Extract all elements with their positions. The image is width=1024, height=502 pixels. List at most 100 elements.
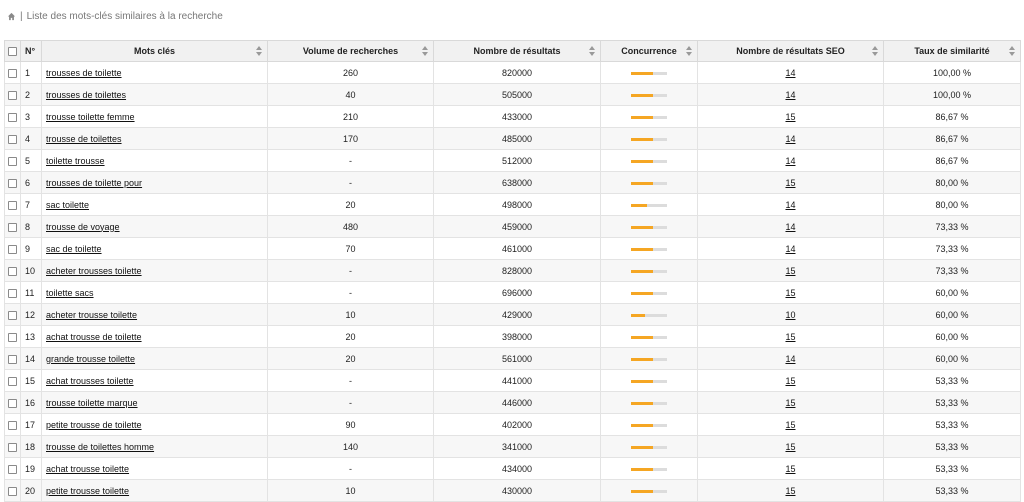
- seo-results-link[interactable]: 15: [785, 112, 795, 122]
- keyword-link[interactable]: petite trousse de toilette: [46, 420, 142, 430]
- row-checkbox[interactable]: [8, 332, 17, 342]
- table-row: 3 trousse toilette femme 210 433000 15 86,67 …: [4, 105, 1021, 128]
- keyword-cell: acheter trousse toilette: [41, 303, 268, 326]
- col-header-seo-results[interactable]: Nombre de résultats SEO: [697, 40, 884, 62]
- keyword-cell: toilette trousse: [41, 149, 268, 172]
- table-row: 6 trousses de toilette pour -638000 15 80,00…: [4, 171, 1021, 194]
- volume-cell: 20: [267, 193, 434, 216]
- col-header-competition-label: Concurrence: [621, 46, 677, 56]
- seo-results-link[interactable]: 14: [785, 68, 795, 78]
- keyword-link[interactable]: achat trousse toilette: [46, 464, 129, 474]
- row-checkbox[interactable]: [8, 486, 17, 496]
- row-checkbox[interactable]: [8, 464, 17, 474]
- keyword-link[interactable]: acheter trousses toilette: [46, 266, 142, 276]
- similarity-cell: 73,33 %: [883, 259, 1021, 282]
- seo-results-link[interactable]: 15: [785, 442, 795, 452]
- seo-results-link[interactable]: 15: [785, 464, 795, 474]
- row-checkbox[interactable]: [8, 398, 17, 408]
- row-checkbox[interactable]: [8, 288, 17, 298]
- row-checkbox[interactable]: [8, 354, 17, 364]
- keyword-link[interactable]: achat trousses toilette: [46, 376, 134, 386]
- row-number: 3: [20, 105, 42, 128]
- seo-results-cell: 14: [697, 83, 884, 106]
- sort-icon[interactable]: [256, 46, 262, 56]
- competition-bar: [631, 159, 667, 163]
- seo-results-link[interactable]: 14: [785, 134, 795, 144]
- row-number: 5: [20, 149, 42, 172]
- seo-results-link[interactable]: 14: [785, 354, 795, 364]
- results-cell: 512000: [433, 149, 601, 172]
- keyword-link[interactable]: trousses de toilette: [46, 68, 122, 78]
- seo-results-link[interactable]: 14: [785, 222, 795, 232]
- results-cell: 430000: [433, 479, 601, 502]
- results-cell: 561000: [433, 347, 601, 370]
- row-checkbox-cell: [4, 149, 21, 172]
- row-checkbox[interactable]: [8, 442, 17, 452]
- seo-results-link[interactable]: 14: [785, 156, 795, 166]
- row-number: 2: [20, 83, 42, 106]
- row-checkbox[interactable]: [8, 420, 17, 430]
- table-row: 17 petite trousse de toilette 90 402000 15 53…: [4, 413, 1021, 436]
- seo-results-link[interactable]: 15: [785, 178, 795, 188]
- seo-results-link[interactable]: 14: [785, 200, 795, 210]
- keyword-link[interactable]: achat trousse de toilette: [46, 332, 142, 342]
- seo-results-link[interactable]: 15: [785, 376, 795, 386]
- home-icon[interactable]: [7, 12, 16, 21]
- keyword-cell: trousse toilette marque: [41, 391, 268, 414]
- keyword-link[interactable]: trousse de toilettes: [46, 134, 122, 144]
- table-row: 2 trousses de toilettes 40 505000 14 100,00 %: [4, 83, 1021, 106]
- keyword-link[interactable]: acheter trousse toilette: [46, 310, 137, 320]
- row-checkbox[interactable]: [8, 178, 17, 188]
- seo-results-link[interactable]: 14: [785, 244, 795, 254]
- competition-cell: [600, 237, 698, 260]
- sort-icon[interactable]: [589, 46, 595, 56]
- sort-icon[interactable]: [872, 46, 878, 56]
- row-checkbox-cell: [4, 413, 21, 436]
- row-checkbox[interactable]: [8, 266, 17, 276]
- seo-results-link[interactable]: 15: [785, 420, 795, 430]
- row-checkbox[interactable]: [8, 68, 17, 78]
- keyword-link[interactable]: trousse toilette femme: [46, 112, 135, 122]
- row-checkbox[interactable]: [8, 156, 17, 166]
- row-checkbox[interactable]: [8, 134, 17, 144]
- competition-cell: [600, 149, 698, 172]
- col-header-keyword[interactable]: Mots clés: [41, 40, 268, 62]
- row-checkbox[interactable]: [8, 310, 17, 320]
- sort-icon[interactable]: [422, 46, 428, 56]
- sort-icon[interactable]: [1009, 46, 1015, 56]
- competition-cell: [600, 281, 698, 304]
- competition-cell: [600, 325, 698, 348]
- keyword-link[interactable]: toilette trousse: [46, 156, 105, 166]
- seo-results-link[interactable]: 15: [785, 266, 795, 276]
- row-checkbox[interactable]: [8, 376, 17, 386]
- col-header-results[interactable]: Nombre de résultats: [433, 40, 601, 62]
- row-checkbox[interactable]: [8, 200, 17, 210]
- select-all-checkbox[interactable]: [8, 47, 17, 57]
- keyword-link[interactable]: sac toilette: [46, 200, 89, 210]
- col-header-competition[interactable]: Concurrence: [600, 40, 698, 62]
- seo-results-link[interactable]: 10: [785, 310, 795, 320]
- col-header-similarity[interactable]: Taux de similarité: [883, 40, 1021, 62]
- row-checkbox[interactable]: [8, 112, 17, 122]
- keyword-link[interactable]: sac de toilette: [46, 244, 102, 254]
- seo-results-link[interactable]: 15: [785, 486, 795, 496]
- keyword-link[interactable]: toilette sacs: [46, 288, 94, 298]
- keyword-link[interactable]: petite trousse toilette: [46, 486, 129, 496]
- row-checkbox[interactable]: [8, 222, 17, 232]
- seo-results-link[interactable]: 15: [785, 332, 795, 342]
- keyword-link[interactable]: trousse toilette marque: [46, 398, 138, 408]
- competition-bar-fill: [631, 357, 653, 361]
- keyword-link[interactable]: trousse de toilettes homme: [46, 442, 154, 452]
- keyword-link[interactable]: trousses de toilette pour: [46, 178, 142, 188]
- seo-results-link[interactable]: 15: [785, 288, 795, 298]
- seo-results-link[interactable]: 15: [785, 398, 795, 408]
- row-checkbox[interactable]: [8, 244, 17, 254]
- row-checkbox[interactable]: [8, 90, 17, 100]
- keyword-link[interactable]: grande trousse toilette: [46, 354, 135, 364]
- keyword-link[interactable]: trousse de voyage: [46, 222, 120, 232]
- sort-icon[interactable]: [686, 46, 692, 56]
- keyword-link[interactable]: trousses de toilettes: [46, 90, 126, 100]
- competition-cell: [600, 391, 698, 414]
- seo-results-link[interactable]: 14: [785, 90, 795, 100]
- col-header-volume[interactable]: Volume de recherches: [267, 40, 434, 62]
